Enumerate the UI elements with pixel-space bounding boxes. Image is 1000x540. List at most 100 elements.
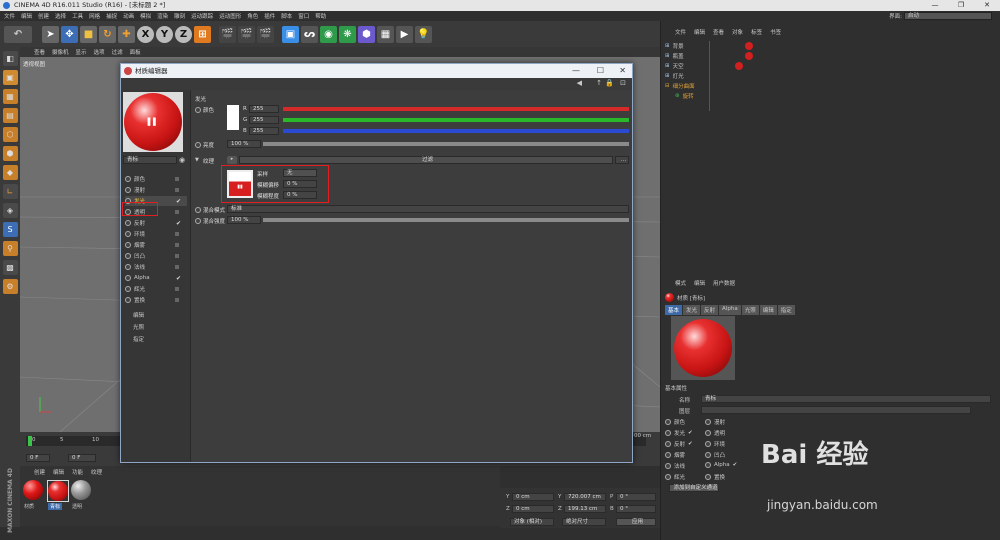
g-field[interactable]: 255 bbox=[249, 116, 279, 124]
channel-fog[interactable]: 烟雾 bbox=[125, 240, 187, 250]
material-swatch-0[interactable] bbox=[23, 480, 45, 502]
channel-bump[interactable]: 凹凸 bbox=[125, 251, 187, 261]
channel-diffuse[interactable]: 漫射 bbox=[125, 185, 187, 195]
axis-mode-icon[interactable]: ∟ bbox=[2, 184, 18, 199]
b-slider[interactable] bbox=[283, 129, 629, 133]
matmgr-menu-edit[interactable]: 编辑 bbox=[53, 468, 64, 476]
object-row-5[interactable]: ⊛ 旋转 bbox=[675, 91, 1000, 101]
render-view-icon[interactable]: 🎬 bbox=[238, 25, 255, 43]
undo-icon[interactable]: ↶ bbox=[4, 25, 32, 43]
mix-mode-select[interactable]: 标准 bbox=[227, 205, 629, 213]
attr-channel-left-1[interactable]: 发光 ✔ bbox=[665, 429, 693, 437]
attr-menu-mode[interactable]: 模式 bbox=[675, 279, 686, 287]
attr-channel-left-5[interactable]: 辉光 bbox=[665, 473, 685, 481]
attr-tab-assign[interactable]: 指定 bbox=[777, 305, 795, 315]
menu-mograph[interactable]: 运动图形 bbox=[219, 12, 241, 20]
texture-filter-field[interactable]: 过滤 bbox=[239, 156, 613, 164]
attr-name-field[interactable]: 青标 bbox=[701, 395, 991, 403]
viewport-menu-panel[interactable]: 面板 bbox=[130, 48, 141, 56]
point-mode-icon[interactable]: ⬡ bbox=[2, 127, 18, 142]
coord-y-size[interactable]: 720.007 cm bbox=[564, 493, 606, 501]
coord-z-size[interactable]: 199.13 cm bbox=[564, 505, 606, 513]
menu-motion-tracking[interactable]: 运动跟踪 bbox=[191, 12, 213, 20]
coord-p-rotation[interactable]: 0 ° bbox=[616, 493, 656, 501]
r-field[interactable]: 255 bbox=[249, 105, 279, 113]
texture-dropdown-button[interactable]: ▸ bbox=[227, 156, 237, 164]
attr-tab-luminance[interactable]: 发光 bbox=[683, 305, 701, 315]
channel-alpha[interactable]: Alpha ✔ bbox=[125, 273, 187, 283]
material-preview[interactable]: ▌▌ bbox=[123, 92, 183, 152]
add-custom-channel-button[interactable]: 添加到自定义通道 bbox=[669, 484, 719, 492]
menu-script[interactable]: 脚本 bbox=[281, 12, 292, 20]
scale-icon[interactable]: ■ bbox=[80, 25, 97, 43]
render-region-icon[interactable]: 🎬 bbox=[219, 25, 236, 43]
z-axis-icon[interactable]: Z bbox=[175, 25, 192, 43]
brightness-field[interactable]: 100 % bbox=[227, 140, 261, 148]
channel-normal[interactable]: 法线 bbox=[125, 262, 187, 272]
coord-size-mode-select[interactable]: 绝对尺寸 bbox=[562, 518, 606, 526]
attr-tab-reflectance[interactable]: 反射 bbox=[701, 305, 719, 315]
menu-file[interactable]: 文件 bbox=[4, 12, 15, 20]
attr-channel-right-2[interactable]: 环境 bbox=[705, 440, 725, 448]
attr-channel-right-4[interactable]: Alpha ✔ bbox=[705, 462, 737, 468]
menu-edit[interactable]: 编辑 bbox=[21, 12, 32, 20]
objmgr-menu-view[interactable]: 查看 bbox=[713, 28, 724, 36]
snap-icon[interactable]: S bbox=[2, 222, 18, 237]
camera-icon[interactable]: ▶ bbox=[396, 25, 413, 43]
objmgr-menu-file[interactable]: 文件 bbox=[675, 28, 686, 36]
minimize-button[interactable]: — bbox=[922, 0, 948, 11]
add-icon[interactable]: ✚ bbox=[118, 25, 135, 43]
attr-channel-right-3[interactable]: 凹凸 bbox=[705, 451, 725, 459]
mix-strength-anim-radio[interactable] bbox=[195, 218, 201, 224]
move-icon[interactable]: ✥ bbox=[61, 25, 78, 43]
viewport-menu-filter[interactable]: 过滤 bbox=[112, 48, 123, 56]
attr-channel-right-5[interactable]: 置换 bbox=[705, 473, 725, 481]
channel-color[interactable]: 颜色 bbox=[125, 174, 187, 184]
x-axis-icon[interactable]: X bbox=[137, 25, 154, 43]
make-editable-icon[interactable]: ◧ bbox=[2, 51, 18, 66]
object-row-4[interactable]: ⊟ 细分曲面 bbox=[665, 81, 995, 91]
dialog-minimize-button[interactable]: — bbox=[572, 64, 580, 78]
channel-glow[interactable]: 辉光 bbox=[125, 284, 187, 294]
current-frame-field[interactable]: 0 F bbox=[68, 454, 96, 462]
menu-character[interactable]: 角色 bbox=[247, 12, 258, 20]
world-coord-icon[interactable]: ⊞ bbox=[194, 25, 211, 43]
attr-menu-userdata[interactable]: 用户数据 bbox=[713, 279, 735, 287]
menu-animate[interactable]: 动画 bbox=[123, 12, 134, 20]
texture-mode-icon[interactable]: ▦ bbox=[2, 89, 18, 104]
r-slider[interactable] bbox=[283, 107, 629, 111]
deformer-icon[interactable]: ⬢ bbox=[358, 25, 375, 43]
coord-y-position[interactable]: 0 cm bbox=[512, 493, 554, 501]
coord-b-rotation[interactable]: 0 ° bbox=[616, 505, 656, 513]
polygon-mode-icon[interactable]: ◆ bbox=[2, 165, 18, 180]
magnet-icon[interactable]: ⚲ bbox=[2, 241, 18, 256]
menu-help[interactable]: 帮助 bbox=[315, 12, 326, 20]
channel-assign[interactable]: 指定 bbox=[133, 335, 144, 343]
new-window-icon[interactable]: ⊡ bbox=[620, 79, 626, 87]
nav-up-icon[interactable]: ↑ bbox=[596, 79, 602, 87]
attr-tab-basic[interactable]: 基本 bbox=[665, 305, 683, 315]
material-name-field[interactable]: 青标 bbox=[123, 156, 177, 164]
matmgr-menu-texture[interactable]: 纹理 bbox=[91, 468, 102, 476]
menu-render[interactable]: 渲染 bbox=[157, 12, 168, 20]
dialog-close-button[interactable]: ✕ bbox=[619, 64, 626, 78]
attr-channel-left-2[interactable]: 反射 ✔ bbox=[665, 440, 693, 448]
objmgr-menu-bookmarks[interactable]: 书签 bbox=[770, 28, 781, 36]
picker-icon[interactable]: ◉ bbox=[179, 156, 185, 164]
y-axis-icon[interactable]: Y bbox=[156, 25, 173, 43]
object-row-2[interactable]: ⊞ 天空 bbox=[665, 61, 995, 71]
workplane-grid-icon[interactable]: ▩ bbox=[2, 260, 18, 275]
floor-icon[interactable]: ▦ bbox=[377, 25, 394, 43]
model-mode-icon[interactable]: ▣ bbox=[2, 70, 18, 85]
attr-tab-illumination[interactable]: 光照 bbox=[741, 305, 759, 315]
mix-strength-slider[interactable] bbox=[263, 218, 629, 222]
object-row-0[interactable]: ⊞ 背景 bbox=[665, 41, 995, 51]
channel-illumination[interactable]: 光照 bbox=[133, 323, 144, 331]
maximize-button[interactable]: ❐ bbox=[948, 0, 974, 11]
start-frame-field[interactable]: 0 F bbox=[26, 454, 50, 462]
nav-back-icon[interactable]: ◀ bbox=[577, 79, 582, 87]
lock-icon[interactable]: 🔒 bbox=[605, 79, 614, 87]
attr-channel-left-0[interactable]: 颜色 bbox=[665, 418, 685, 426]
cube-icon[interactable]: ▣ bbox=[282, 25, 299, 43]
workplane-icon[interactable]: ▤ bbox=[2, 108, 18, 123]
